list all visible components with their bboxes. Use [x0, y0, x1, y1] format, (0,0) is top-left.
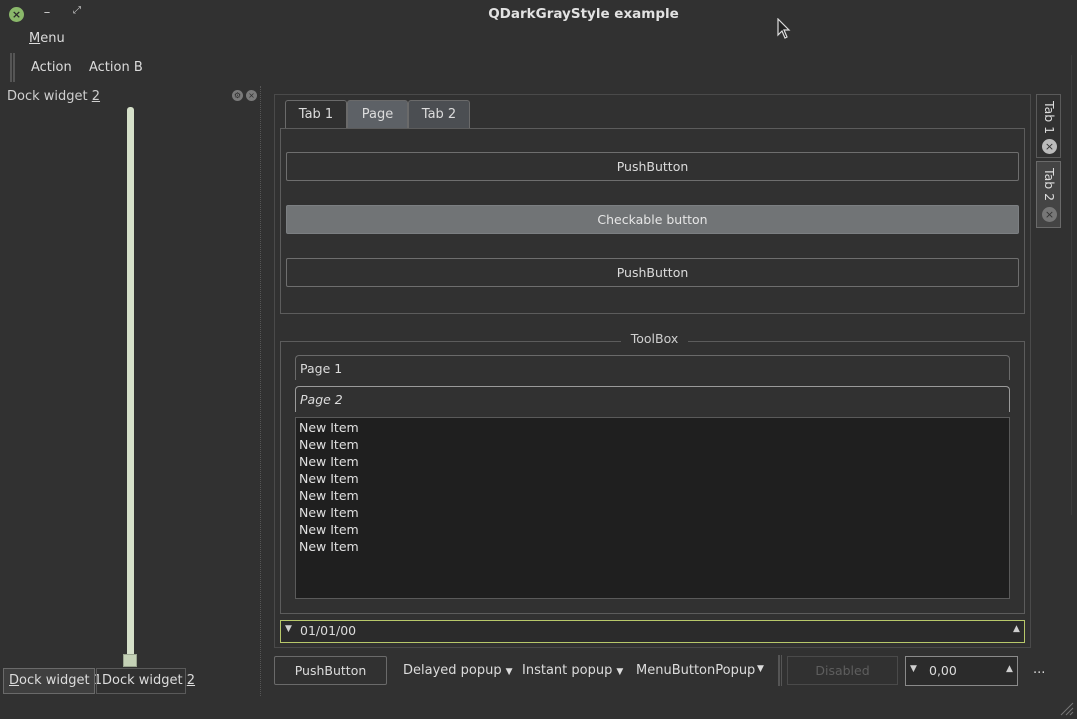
side-tab-2[interactable]: Tab 2 × — [1036, 161, 1061, 228]
tab-1[interactable]: Tab 1 — [285, 100, 347, 128]
dock-title: Dock widget 2 — [7, 89, 100, 104]
dock-tab-1-mnemonic: D — [9, 673, 20, 688]
date-up-icon[interactable]: ▲ — [1013, 624, 1020, 634]
side-tab-2-label: Tab 2 — [1042, 168, 1057, 202]
action-b-button[interactable]: Action B — [89, 60, 143, 75]
dock-title-mnemonic: 2 — [91, 89, 101, 104]
action-button[interactable]: Action — [31, 60, 72, 75]
toolbox-page-2[interactable]: Page 2 — [295, 386, 1010, 412]
window-title: QDarkGrayStyle example — [488, 6, 679, 22]
list-item[interactable]: New Item — [299, 419, 1006, 436]
list-item[interactable]: New Item — [299, 504, 1006, 521]
date-value[interactable]: 01/01/00 — [300, 623, 356, 638]
dock-tab-2-prefix: Dock widget — [102, 673, 187, 688]
toolbar-handle[interactable] — [10, 53, 15, 82]
delayed-popup-label: Delayed popup — [403, 663, 502, 678]
toolbox-title: ToolBox — [621, 331, 688, 346]
tab-2[interactable]: Tab 2 — [408, 100, 470, 128]
instant-popup-label: Instant popup — [522, 663, 613, 678]
caret-down-icon: ▼ — [616, 667, 624, 677]
vertical-slider[interactable] — [127, 107, 134, 665]
date-edit[interactable] — [280, 620, 1025, 643]
toolbar-separator — [778, 655, 782, 686]
bottom-push-button[interactable]: PushButton — [274, 656, 387, 685]
push-button-1[interactable]: PushButton — [286, 152, 1019, 181]
dock-tab-2-mnemonic: 2 — [186, 673, 196, 688]
window-edge — [1071, 55, 1077, 515]
dock-splitter[interactable] — [260, 86, 264, 696]
instant-popup-button[interactable]: Instant popup ▼ — [522, 663, 623, 678]
list-item[interactable]: New Item — [299, 436, 1006, 453]
push-button-2[interactable]: PushButton — [286, 258, 1019, 287]
side-tab-1[interactable]: Tab 1 × — [1036, 94, 1061, 158]
dock-tab-1[interactable]: Dock widget 1 — [3, 668, 102, 694]
dock-float-icon[interactable]: ⚙ — [232, 90, 243, 101]
toolbar-extension-button[interactable]: ... — [1033, 662, 1045, 677]
list-item[interactable]: New Item — [299, 453, 1006, 470]
spin-down-icon[interactable]: ▼ — [910, 664, 917, 674]
side-tab-1-label: Tab 1 — [1042, 101, 1057, 135]
toolbox-page-1[interactable]: Page 1 — [295, 355, 1010, 380]
checkable-button[interactable]: Checkable button — [286, 205, 1019, 234]
list-widget[interactable]: New Item New Item New Item New Item New … — [295, 417, 1010, 599]
delayed-popup-button[interactable]: Delayed popup ▼ — [403, 663, 513, 678]
tab-page[interactable]: Page — [347, 100, 408, 128]
list-item[interactable]: New Item — [299, 538, 1006, 555]
spin-up-icon[interactable]: ▲ — [1006, 664, 1013, 674]
caret-down-icon: ▼ — [505, 667, 513, 677]
menu-popup-arrow-icon[interactable]: ▼ — [757, 664, 764, 674]
list-item[interactable]: New Item — [299, 470, 1006, 487]
date-down-icon[interactable]: ▼ — [285, 624, 292, 634]
disabled-button: Disabled — [787, 656, 898, 685]
spinbox-value[interactable]: 0,00 — [929, 663, 957, 678]
side-tab-1-close-icon[interactable]: × — [1042, 139, 1057, 154]
menu-button[interactable]: Menu — [29, 31, 65, 46]
dock-tab-1-suffix: ock widget 1 — [19, 673, 103, 688]
dock-tab-2[interactable]: Dock widget 2 — [96, 668, 195, 694]
dock-title-text: Dock widget — [7, 89, 92, 104]
dock-close-icon[interactable]: × — [246, 90, 257, 101]
slider-handle[interactable] — [123, 654, 137, 667]
menu-bar — [0, 30, 1077, 50]
list-item[interactable]: New Item — [299, 521, 1006, 538]
list-item[interactable]: New Item — [299, 487, 1006, 504]
menu-button-popup[interactable]: MenuButtonPopup — [636, 663, 755, 678]
side-tab-2-close-icon[interactable]: × — [1042, 207, 1057, 222]
double-spinbox[interactable] — [905, 656, 1018, 686]
resize-grip-icon[interactable] — [1058, 700, 1074, 716]
